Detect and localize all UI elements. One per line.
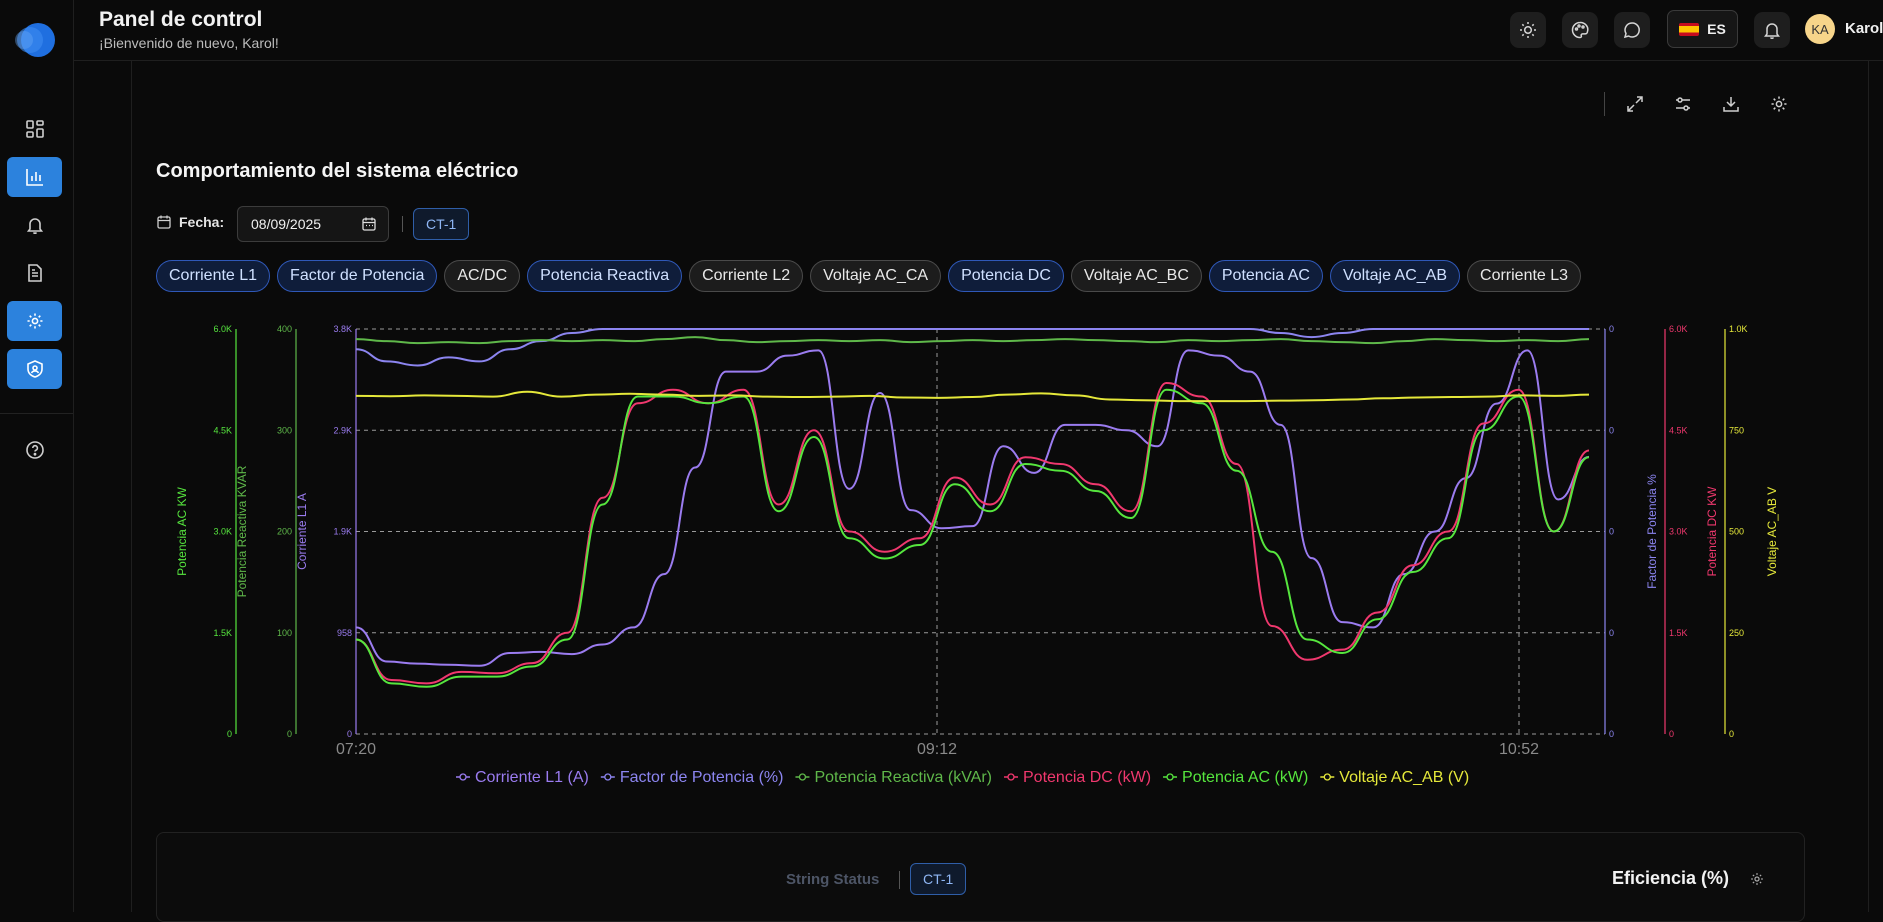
gear-icon xyxy=(1751,873,1763,885)
string-status-label: String Status xyxy=(786,871,880,888)
legend-label: Corriente L1 (A) xyxy=(475,769,589,786)
legend-marker xyxy=(1007,773,1015,781)
series-line xyxy=(355,390,1590,403)
bottom-card xyxy=(156,832,1805,922)
y-tick-label: 1.5K xyxy=(213,628,232,638)
separator xyxy=(899,871,900,889)
y-axis-title: Potencia Reactiva KVAR xyxy=(235,465,249,597)
chart: 0 1.5K 3.0K 4.5K 6.0K Potencia AC KW 0 100 200 30… xyxy=(175,324,1779,786)
y-tick-label: 1.5K xyxy=(1669,628,1688,638)
legend-label: Potencia Reactiva (kVAr) xyxy=(814,769,992,786)
y-tick-label: 750 xyxy=(1729,425,1744,435)
x-tick-label: 10:52 xyxy=(1499,741,1539,758)
y-tick-label: 1.0K xyxy=(1729,324,1748,334)
y-tick-label: 0 xyxy=(1729,729,1734,739)
legend-marker xyxy=(1166,773,1174,781)
legend-marker xyxy=(604,773,612,781)
series-line xyxy=(355,336,1590,345)
y-tick-label: 2.9K xyxy=(333,425,352,435)
y-axis-title: Factor de Potencia % xyxy=(1645,474,1659,589)
y-tick-label: 0 xyxy=(287,729,292,739)
y-tick-label: 0 xyxy=(1609,527,1614,537)
series-line xyxy=(355,381,1590,685)
y-tick-label: 0 xyxy=(1609,425,1614,435)
ct-badge-bottom[interactable]: CT-1 xyxy=(910,863,967,895)
y-tick-label: 958 xyxy=(337,628,352,638)
series-line xyxy=(355,328,1589,367)
legend-label: Voltaje AC_AB (V) xyxy=(1339,769,1469,786)
x-tick-label: 09:12 xyxy=(917,741,957,758)
y-tick-label: 4.5K xyxy=(1669,425,1688,435)
y-tick-label: 3.0K xyxy=(213,527,232,537)
y-tick-label: 100 xyxy=(277,628,292,638)
y-tick-label: 200 xyxy=(277,527,292,537)
y-tick-label: 6.0K xyxy=(213,324,232,334)
y-tick-label: 0 xyxy=(347,729,352,739)
y-tick-label: 0 xyxy=(1609,324,1614,334)
y-tick-label: 0 xyxy=(1609,628,1614,638)
y-axis-title: Potencia AC KW xyxy=(175,486,189,575)
efficiency-settings-button[interactable] xyxy=(1750,872,1764,891)
legend-marker xyxy=(459,773,467,781)
y-tick-label: 300 xyxy=(277,425,292,435)
y-tick-label: 1.9K xyxy=(333,527,352,537)
y-tick-label: 500 xyxy=(1729,527,1744,537)
y-tick-label: 250 xyxy=(1729,628,1744,638)
y-tick-label: 3.8K xyxy=(333,324,352,334)
legend-label: Factor de Potencia (%) xyxy=(620,769,784,786)
y-tick-label: 400 xyxy=(277,324,292,334)
y-axis-title: Voltaje AC_AB V xyxy=(1765,487,1779,576)
legend-marker xyxy=(1323,773,1331,781)
efficiency-title: Eficiencia (%) xyxy=(1612,868,1730,888)
x-tick-label: 07:20 xyxy=(336,741,376,758)
y-tick-label: 0 xyxy=(227,729,232,739)
legend-label: Potencia AC (kW) xyxy=(1182,769,1308,786)
series-line xyxy=(355,388,1590,688)
y-tick-label: 3.0K xyxy=(1669,527,1688,537)
legend-marker xyxy=(798,773,807,781)
y-tick-label: 0 xyxy=(1609,729,1614,739)
y-tick-label: 0 xyxy=(1669,729,1674,739)
legend-label: Potencia DC (kW) xyxy=(1023,769,1151,786)
y-axis-title: Potencia DC KW xyxy=(1705,486,1719,577)
y-tick-label: 4.5K xyxy=(213,425,232,435)
y-tick-label: 6.0K xyxy=(1669,324,1688,334)
y-axis-title: Corriente L1 A xyxy=(295,493,309,570)
